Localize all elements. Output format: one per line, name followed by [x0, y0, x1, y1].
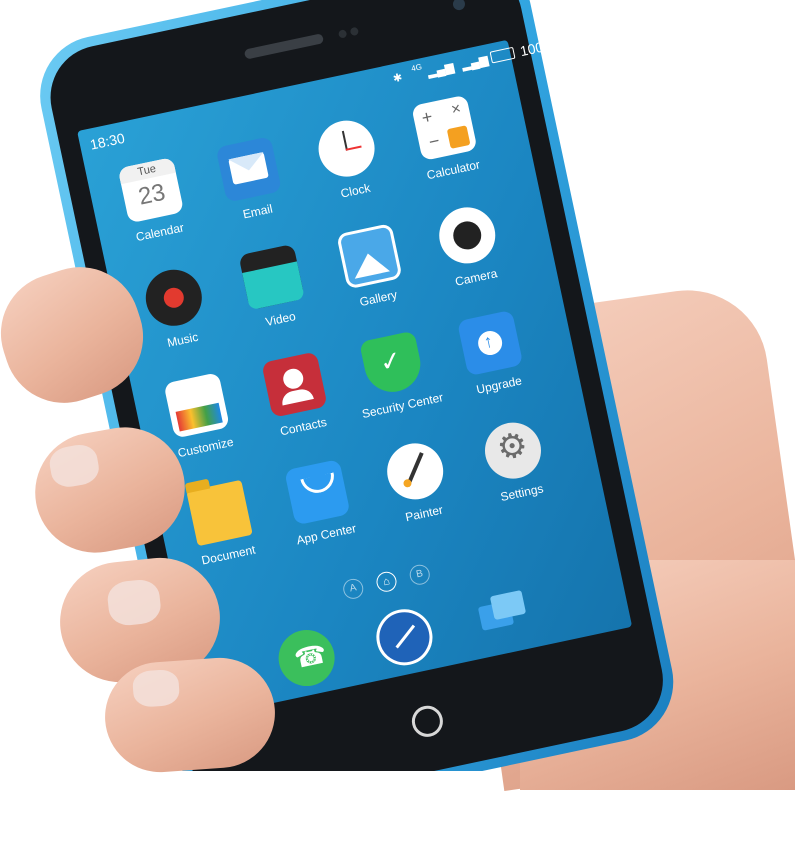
app-label: Camera [453, 266, 499, 289]
clock-icon [313, 115, 380, 182]
app-label: Painter [404, 502, 445, 525]
contacts-icon [261, 351, 328, 418]
app-label: Gallery [358, 287, 399, 310]
app-camera[interactable]: Camera [422, 200, 516, 293]
gear-icon: ⚙ [479, 417, 547, 484]
video-icon [238, 243, 305, 311]
battery-icon [489, 46, 516, 64]
dock-phone[interactable]: ☎ [262, 622, 352, 693]
app-settings[interactable]: ⚙ Settings [468, 415, 562, 508]
calendar-icon: Tue 23 [117, 156, 185, 224]
app-upgrade[interactable]: ↑ Upgrade [445, 307, 539, 400]
app-app-center[interactable]: App Center [272, 456, 366, 549]
page-dot-b[interactable]: B [407, 562, 432, 587]
phone-icon: ☎ [273, 624, 340, 692]
app-clock[interactable]: Clock [302, 113, 396, 206]
app-label: Clock [339, 180, 372, 201]
music-icon [140, 264, 208, 332]
app-label: App Center [295, 521, 358, 548]
app-video[interactable]: Video [227, 241, 321, 334]
email-icon [215, 136, 282, 203]
painter-icon [381, 438, 449, 505]
network-label: 4G [410, 62, 423, 74]
customize-icon [163, 372, 230, 439]
app-label: Security Center [360, 390, 445, 422]
page-indicator: A ⌂ B [341, 562, 432, 601]
app-security-center[interactable]: ✓ Security Center [347, 328, 445, 422]
messages-icon [469, 583, 535, 649]
wifi-icon: ▂▄▆ [460, 52, 490, 72]
app-label: Music [165, 329, 200, 350]
scene: 18:30 ✱ 4G ▂▄▆ ▂▄▆ 100 Tue 23 Calendar E [0, 0, 795, 791]
finger-little [101, 654, 279, 776]
status-time: 18:30 [88, 129, 127, 153]
app-label: Calculator [425, 157, 482, 183]
shield-icon: ✓ [359, 330, 426, 398]
app-label: Video [264, 309, 297, 330]
folder-icon [184, 478, 253, 547]
app-gallery[interactable]: Gallery [324, 221, 418, 314]
app-label: Email [241, 201, 274, 222]
gallery-icon [336, 223, 403, 290]
upgrade-icon: ↑ [456, 309, 524, 377]
app-label: Settings [499, 481, 545, 505]
dock-messages[interactable] [457, 581, 547, 652]
home-page-icon[interactable]: ⌂ [374, 569, 399, 594]
compass-icon [371, 604, 438, 671]
app-document[interactable]: Document [175, 477, 269, 570]
app-calendar[interactable]: Tue 23 Calendar [106, 154, 200, 247]
app-center-icon [284, 458, 351, 526]
app-label: Upgrade [475, 373, 524, 397]
signal-icon: ▂▄▆ [425, 59, 456, 79]
calculator-icon: + × − [411, 94, 478, 162]
app-contacts[interactable]: Contacts [250, 349, 344, 442]
app-label: Contacts [278, 414, 329, 439]
camera-icon [434, 202, 501, 269]
dock-browser[interactable] [359, 602, 449, 673]
app-email[interactable]: Email [204, 134, 298, 227]
app-painter[interactable]: Painter [370, 436, 464, 529]
app-label: Calendar [134, 220, 186, 245]
app-calculator[interactable]: + × − Calculator [399, 92, 493, 185]
battery-level: 100 [518, 38, 545, 60]
page-dot-a[interactable]: A [341, 576, 366, 601]
bluetooth-icon: ✱ [391, 71, 404, 86]
